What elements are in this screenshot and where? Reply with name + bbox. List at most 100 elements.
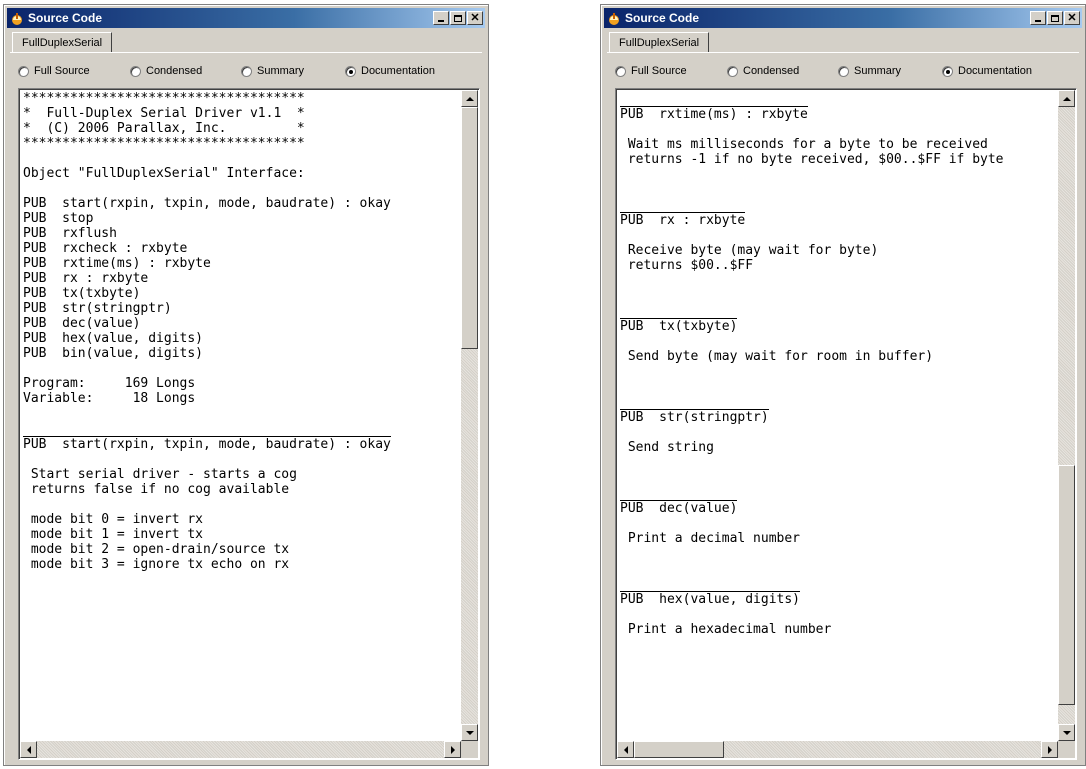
doc-line [620,182,1056,197]
window-title: Source Code [28,11,103,25]
title-bar[interactable]: Source Code ✕ [7,8,485,28]
doc-line: PUB dec(value) [620,500,738,516]
maximize-icon [1051,14,1059,22]
doc-line [23,497,459,512]
arrow-right-icon [1047,745,1052,754]
doc-line: Print a decimal number [620,531,801,546]
minimize-icon [1035,20,1041,22]
radio-dot[interactable] [130,65,141,77]
radio-dot[interactable] [942,65,953,77]
close-button[interactable]: ✕ [1064,11,1080,25]
scroll-left-button[interactable] [617,741,634,758]
radio-documentation[interactable]: Documentation [942,61,1032,81]
documentation-text[interactable]: ************************************ * Fu… [23,91,459,739]
doc-line [620,167,1056,182]
scroll-down-button[interactable] [461,724,478,741]
doc-line: PUB tx(txbyte) [620,318,738,334]
doc-line: Send string [620,440,714,455]
doc-line: PUB rx : rxbyte [620,212,746,228]
scroll-up-button[interactable] [1058,90,1075,107]
scroll-down-button[interactable] [1058,724,1075,741]
view-mode-group: Full Source Condensed Summary Documentat… [18,61,478,81]
doc-line: mode bit 1 = invert tx [23,527,204,542]
doc-line [620,652,1056,667]
arrow-right-icon [450,745,455,754]
scroll-up-button[interactable] [461,90,478,107]
doc-line [23,361,459,376]
radio-condensed[interactable]: Condensed [130,61,241,81]
doc-line: PUB rxtime(ms) : rxbyte [23,256,211,271]
radio-dot[interactable] [727,65,738,77]
doc-line [620,455,1056,470]
doc-line [23,421,459,436]
horizontal-scrollbar[interactable] [20,741,461,758]
source-editor[interactable]: PUB rxtime(ms) : rxbyte Wait ms millisec… [615,88,1077,760]
doc-line [620,122,1056,137]
doc-line: PUB start(rxpin, txpin, mode, baudrate) … [23,196,391,211]
tab-fullduplexserial[interactable]: FullDuplexSerial [12,32,113,53]
doc-line [23,151,459,166]
doc-line [620,334,1056,349]
doc-line [620,485,1056,500]
doc-line [620,637,1056,652]
close-button[interactable]: ✕ [467,11,483,25]
scroll-right-button[interactable] [1041,741,1058,758]
title-bar[interactable]: Source Code ✕ [604,8,1082,28]
doc-line: mode bit 2 = open-drain/source tx [23,542,290,557]
vertical-scroll-thumb[interactable] [1058,465,1075,705]
radio-full-source[interactable]: Full Source [615,61,727,81]
doc-line [620,91,1056,106]
close-icon: ✕ [470,11,480,24]
doc-line [23,406,459,421]
doc-line [620,273,1056,288]
radio-summary[interactable]: Summary [241,61,345,81]
vertical-scroll-thumb[interactable] [461,107,478,349]
vertical-scrollbar[interactable] [461,90,478,741]
doc-line [620,607,1056,622]
doc-line [620,288,1056,303]
minimize-icon [438,20,444,22]
close-icon: ✕ [1067,11,1077,24]
radio-dot[interactable] [18,65,29,77]
scroll-corner [1058,741,1075,758]
scroll-right-button[interactable] [444,741,461,758]
doc-line: PUB rxflush [23,226,117,241]
doc-line [620,667,1056,682]
radio-dot[interactable] [345,65,356,77]
radio-condensed[interactable]: Condensed [727,61,838,81]
minimize-button[interactable] [433,11,449,25]
doc-line: PUB rxtime(ms) : rxbyte [620,106,808,122]
scroll-left-button[interactable] [20,741,37,758]
radio-documentation[interactable]: Documentation [345,61,435,81]
doc-line [620,470,1056,485]
doc-line: mode bit 0 = invert rx [23,512,204,527]
horizontal-scrollbar[interactable] [617,741,1058,758]
documentation-text[interactable]: PUB rxtime(ms) : rxbyte Wait ms millisec… [620,91,1056,739]
radio-dot[interactable] [838,65,849,77]
doc-line [620,303,1056,318]
maximize-button[interactable] [450,11,466,25]
doc-line: ************************************ [23,91,305,106]
tab-fullduplexserial[interactable]: FullDuplexSerial [609,32,710,53]
vertical-scrollbar[interactable] [1058,90,1075,741]
doc-line: PUB start(rxpin, txpin, mode, baudrate) … [23,436,391,452]
arrow-up-icon [465,96,474,101]
maximize-button[interactable] [1047,11,1063,25]
doc-line: returns $00..$FF [620,258,754,273]
tab-divider [10,52,482,53]
view-mode-group: Full Source Condensed Summary Documentat… [615,61,1075,81]
maximize-icon [454,14,462,22]
horizontal-scroll-thumb[interactable] [634,741,724,758]
radio-full-source[interactable]: Full Source [18,61,130,81]
doc-line: PUB rx : rxbyte [23,271,149,286]
doc-line: PUB tx(txbyte) [23,286,141,301]
radio-summary[interactable]: Summary [838,61,942,81]
doc-line [620,516,1056,531]
doc-line: Receive byte (may wait for byte) [620,243,879,258]
doc-line: PUB stop [23,211,94,226]
source-editor[interactable]: ************************************ * Fu… [18,88,480,760]
minimize-button[interactable] [1030,11,1046,25]
radio-dot[interactable] [615,65,626,77]
doc-line: PUB rxcheck : rxbyte [23,241,188,256]
radio-dot[interactable] [241,65,252,77]
